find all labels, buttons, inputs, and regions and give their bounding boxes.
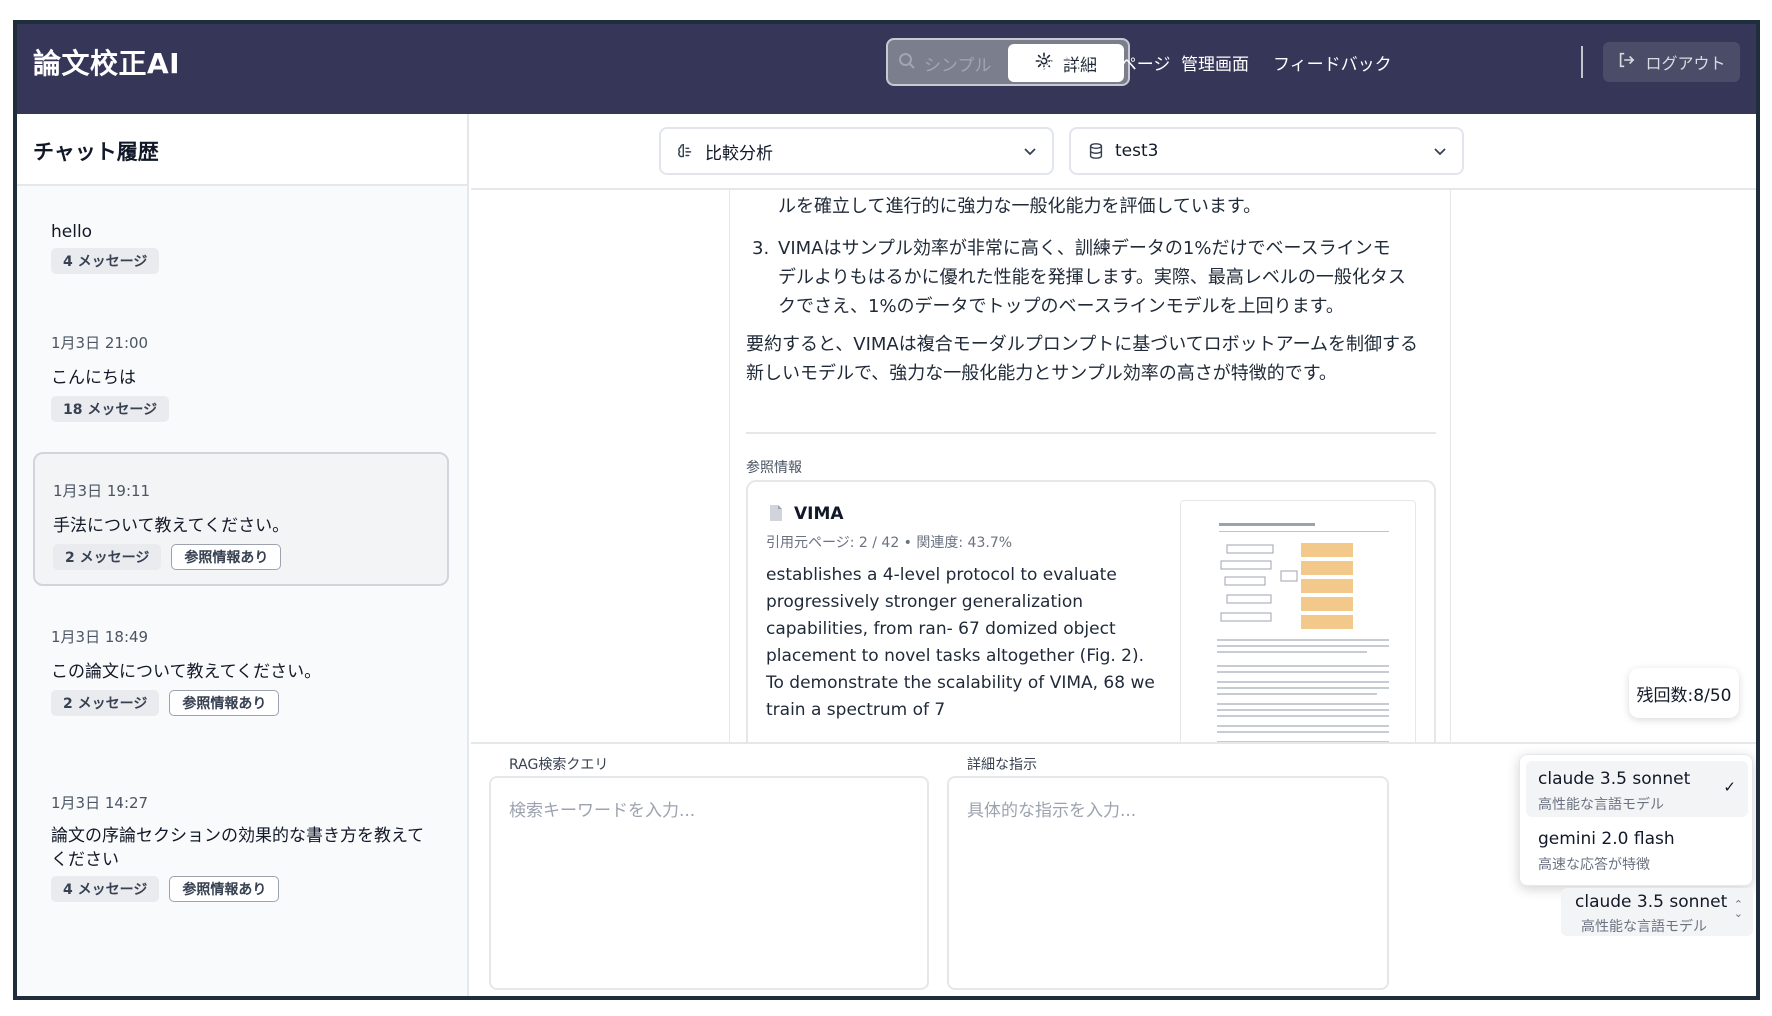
model-option-name: gemini 2.0 flash bbox=[1538, 829, 1675, 849]
top-header: 論文校正AI シンプル 詳細 ランディングページ 管理画面 フィードバック ログ… bbox=[17, 24, 1756, 114]
message-count-badge: 4 メッセージ bbox=[51, 876, 160, 902]
model-select-desc: 高性能な言語モデル bbox=[1581, 919, 1707, 935]
sidebar-title: チャット履歴 bbox=[33, 140, 159, 164]
remaining-count-badge: 残回数:8/50 bbox=[1629, 668, 1739, 718]
mode-simple-label: シンプル bbox=[924, 55, 992, 76]
reference-card[interactable]: VIMA 引用元ページ: 2 / 42 • 関連度: 43.7% establi… bbox=[746, 480, 1436, 742]
dataset-value: test3 bbox=[1115, 141, 1159, 161]
chat-history-item[interactable]: hello 4 メッセージ bbox=[33, 186, 449, 326]
chevron-down-icon bbox=[1432, 143, 1448, 164]
reference-badge: 参照情報あり bbox=[169, 690, 280, 716]
rag-query-label: RAG検索クエリ bbox=[509, 757, 609, 773]
reference-meta: 引用元ページ: 2 / 42 • 関連度: 43.7% bbox=[766, 535, 1013, 551]
model-option-desc: 高速な応答が特徴 bbox=[1538, 857, 1650, 873]
model-option-desc: 高性能な言語モデル bbox=[1538, 797, 1664, 813]
nav-admin[interactable]: 管理画面 bbox=[1181, 50, 1249, 75]
app-title: 論文校正AI bbox=[33, 47, 181, 80]
model-select-name: claude 3.5 sonnet bbox=[1575, 892, 1728, 912]
message-count-badge: 2 メッセージ bbox=[51, 690, 160, 716]
message-count-badge: 18 メッセージ bbox=[51, 396, 170, 422]
chat-badges: 4 メッセージ bbox=[51, 248, 160, 274]
sidebar-header: チャット履歴 bbox=[17, 114, 467, 186]
detail-instruction-input[interactable]: 具体的な指示を入力... bbox=[947, 776, 1389, 990]
assistant-message: ルを確立して進行的に強力な一般化能力を評価しています。 3. VIMAはサンプル… bbox=[729, 190, 1451, 742]
model-dropdown-menu: claude 3.5 sonnet 高性能な言語モデル ✓ gemini 2.0… bbox=[1519, 754, 1753, 886]
list-item-3-text: VIMAはサンプル効率が非常に高く、訓練データの1%だけでベースラインモデルより… bbox=[778, 238, 1406, 317]
analysis-type-value: 比較分析 bbox=[705, 143, 773, 164]
message-count-badge: 4 メッセージ bbox=[51, 248, 160, 274]
chat-date: 1月3日 19:11 bbox=[53, 482, 151, 500]
divider bbox=[746, 432, 1436, 434]
reference-excerpt: establishes a 4-level protocol to evalua… bbox=[766, 565, 1155, 720]
summary-paragraph: 要約すると、VIMAは複合モーダルプロンプトに基づいてロボットアームを制御する新… bbox=[746, 334, 1419, 384]
detail-instruction-label: 詳細な指示 bbox=[967, 757, 1037, 773]
chevron-up-down-icon: ⌃ ⌄ bbox=[1733, 898, 1743, 920]
main-toolbar: 比較分析 test3 bbox=[471, 114, 1756, 190]
chat-history-sidebar: チャット履歴 hello 4 メッセージ 1月3日 21:00 こんにちは 18… bbox=[17, 114, 469, 996]
model-option-claude[interactable]: claude 3.5 sonnet 高性能な言語モデル ✓ bbox=[1526, 761, 1748, 817]
model-option-name: claude 3.5 sonnet bbox=[1538, 769, 1691, 789]
search-icon bbox=[898, 52, 916, 75]
chat-badges: 18 メッセージ bbox=[51, 396, 170, 422]
chat-title: こんにちは bbox=[51, 368, 136, 388]
logout-button[interactable]: ログアウト bbox=[1603, 42, 1740, 82]
detail-instruction-placeholder: 具体的な指示を入力... bbox=[967, 801, 1137, 821]
nav-feedback[interactable]: フィードバック bbox=[1273, 50, 1392, 75]
message-count-badge: 2 メッセージ bbox=[53, 544, 162, 570]
reference-badge: 参照情報あり bbox=[171, 544, 282, 570]
check-icon: ✓ bbox=[1723, 778, 1736, 796]
mode-simple-button[interactable]: シンプル bbox=[898, 49, 992, 77]
chat-history-item[interactable]: 1月3日 21:00 こんにちは 18 メッセージ bbox=[33, 320, 449, 460]
chat-badges: 4 メッセージ 参照情報あり bbox=[51, 876, 280, 902]
chat-title: hello bbox=[51, 222, 93, 242]
list-number: 3. bbox=[752, 238, 770, 259]
chat-history-item-selected[interactable]: 1月3日 19:11 手法について教えてください。 2 メッセージ 参照情報あり bbox=[33, 452, 449, 586]
chat-title: 手法について教えてください。 bbox=[53, 516, 290, 536]
reference-section-label: 参照情報 bbox=[746, 460, 802, 476]
chat-badges: 2 メッセージ 参照情報あり bbox=[51, 690, 280, 716]
chat-history-item[interactable]: 1月3日 14:27 論文の序論セクションの効果的な書き方を教えてください 4 … bbox=[33, 780, 449, 960]
analysis-type-select[interactable]: 比較分析 bbox=[659, 127, 1054, 175]
database-icon bbox=[1087, 142, 1105, 160]
chat-badges: 2 メッセージ 参照情報あり bbox=[53, 544, 282, 570]
brain-icon bbox=[677, 142, 695, 160]
logout-icon bbox=[1617, 51, 1635, 73]
chevron-down-icon bbox=[1022, 143, 1038, 164]
chat-title: 論文の序論セクションの効果的な書き方を教えてください bbox=[51, 826, 425, 870]
nav-landing-page[interactable]: ランディングページ bbox=[1019, 50, 1170, 75]
rag-query-input[interactable]: 検索キーワードを入力... bbox=[489, 776, 929, 990]
page-preview-image bbox=[1217, 523, 1389, 742]
chat-date: 1月3日 21:00 bbox=[51, 334, 149, 352]
chat-date: 1月3日 18:49 bbox=[51, 628, 149, 646]
list-item-2-tail: ルを確立して進行的に強力な一般化能力を評価しています。 bbox=[778, 196, 1262, 217]
app-window: 論文校正AI シンプル 詳細 ランディングページ 管理画面 フィードバック ログ… bbox=[13, 20, 1760, 1000]
chat-content[interactable]: ルを確立して進行的に強力な一般化能力を評価しています。 3. VIMAはサンプル… bbox=[471, 190, 1756, 742]
chat-title: この論文について教えてください。 bbox=[51, 662, 322, 682]
nav-divider bbox=[1581, 46, 1583, 78]
model-option-gemini[interactable]: gemini 2.0 flash 高速な応答が特徴 bbox=[1526, 821, 1748, 877]
reference-title: VIMA bbox=[794, 504, 844, 524]
rag-query-placeholder: 検索キーワードを入力... bbox=[509, 801, 696, 821]
chat-date: 1月3日 14:27 bbox=[51, 794, 149, 812]
document-icon bbox=[768, 504, 784, 526]
model-select[interactable]: claude 3.5 sonnet 高性能な言語モデル ⌃ ⌄ bbox=[1561, 888, 1753, 936]
dataset-select[interactable]: test3 bbox=[1069, 127, 1464, 175]
reference-badge: 参照情報あり bbox=[169, 876, 280, 902]
chat-history-item[interactable]: 1月3日 18:49 この論文について教えてください。 2 メッセージ 参照情報… bbox=[33, 614, 449, 754]
reference-page-thumbnail[interactable] bbox=[1180, 500, 1416, 742]
logout-label: ログアウト bbox=[1645, 54, 1726, 73]
